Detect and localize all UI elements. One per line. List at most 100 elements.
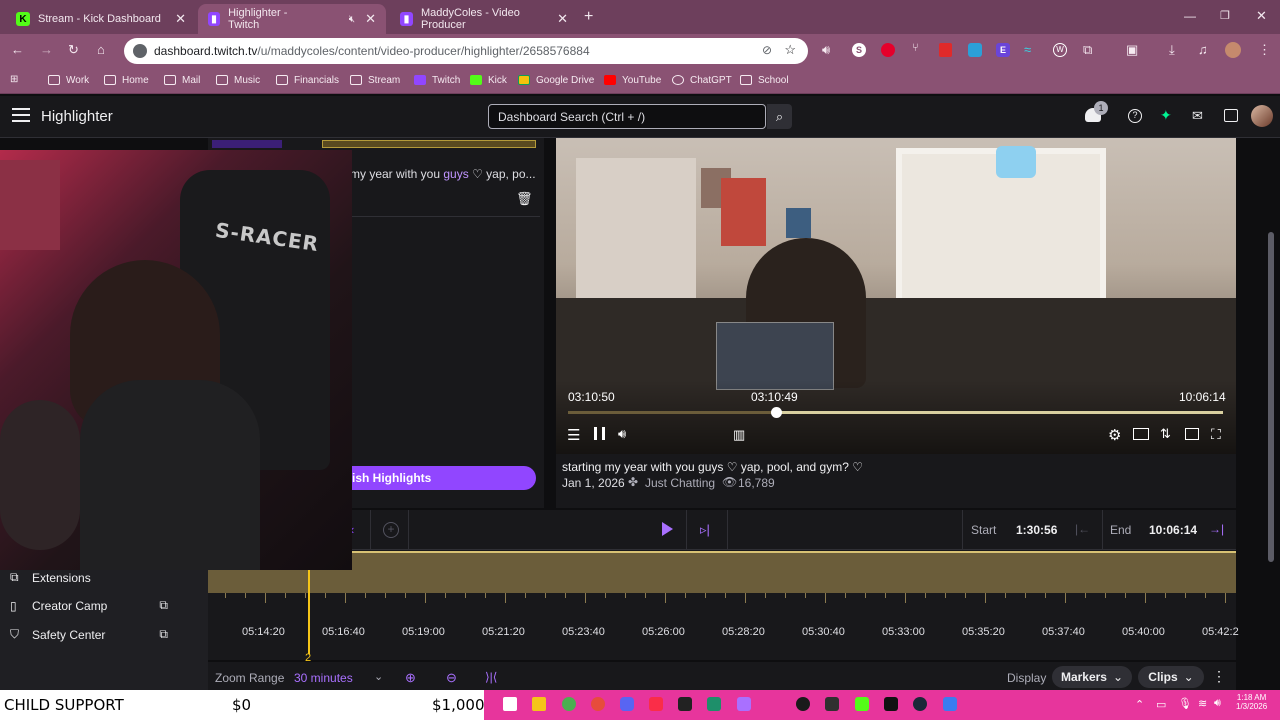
settings-gear-icon[interactable]: ⚙: [1108, 426, 1121, 444]
waveform-icon[interactable]: ▥: [733, 427, 745, 443]
extension-fork-icon[interactable]: ⑂: [912, 42, 919, 54]
chrome-profile-icon[interactable]: [562, 697, 576, 711]
swap-icon[interactable]: ⇅: [1160, 426, 1171, 442]
capcut-icon[interactable]: [678, 697, 692, 711]
theatre-mode-icon[interactable]: [1133, 428, 1149, 440]
twitch-taskbar-icon[interactable]: [737, 697, 751, 711]
tab-highlighter[interactable]: ▮ Highlighter - Twitch 🔇︎ ✕: [198, 4, 386, 34]
back-icon[interactable]: ←: [11, 42, 24, 57]
file-explorer-icon[interactable]: [532, 697, 546, 711]
fullscreen-icon[interactable]: ⛶: [1211, 426, 1221, 443]
pdf-extension-icon[interactable]: [939, 43, 952, 57]
markers-dropdown[interactable]: Markers ⌄: [1052, 666, 1132, 688]
minimize-button[interactable]: —: [1184, 9, 1196, 23]
zoom-in-icon[interactable]: ⊕: [405, 670, 416, 686]
extension-wave-icon[interactable]: ≈: [1024, 42, 1031, 57]
taskbar-app-icon[interactable]: [503, 697, 517, 711]
home-icon[interactable]: ⌂: [97, 42, 105, 57]
help-icon[interactable]: ?: [1128, 109, 1142, 123]
page-scrollbar[interactable]: [1268, 232, 1274, 562]
profile-avatar[interactable]: [1225, 42, 1241, 58]
dashboard-search-input[interactable]: Dashboard Search (Ctrl + /): [488, 104, 766, 129]
mute-icon[interactable]: 🔇︎: [349, 14, 355, 25]
volume-icon[interactable]: 🔊︎: [618, 426, 626, 442]
bookmark-google-drive[interactable]: Google Drive: [518, 72, 594, 88]
zoom-range-select[interactable]: 30 minutes: [294, 671, 353, 685]
search-icon[interactable]: ⌕: [767, 104, 792, 129]
window-close-button[interactable]: ✕: [1256, 8, 1267, 24]
bookmark-music[interactable]: Music: [216, 72, 260, 88]
reload-icon[interactable]: ↻: [68, 42, 79, 58]
new-tab-button[interactable]: +: [584, 8, 593, 26]
bookmark-financials[interactable]: Financials: [276, 72, 339, 88]
add-clip-icon[interactable]: +: [383, 522, 399, 538]
close-icon[interactable]: ✕: [557, 11, 568, 27]
chapters-list-icon[interactable]: ☰: [567, 426, 580, 444]
sidebar-item-extensions[interactable]: ⧉ Extensions: [10, 570, 91, 585]
wifi-icon[interactable]: ≋: [1198, 697, 1207, 710]
extension-blue-icon[interactable]: [968, 43, 982, 57]
bookmark-school[interactable]: School: [740, 72, 789, 88]
epic-games-icon[interactable]: [884, 697, 898, 711]
sidebar-item-creator-camp[interactable]: ▯ Creator Camp ⧉: [10, 598, 168, 613]
apps-grid-icon[interactable]: ⊞: [10, 74, 18, 85]
bookmark-chatgpt[interactable]: ChatGPT: [672, 72, 732, 88]
extension-e-icon[interactable]: E: [996, 43, 1010, 57]
bookmark-mail[interactable]: Mail: [164, 72, 200, 88]
microphone-icon[interactable]: 🎙︎: [1178, 697, 1192, 710]
video-category[interactable]: Just Chatting: [645, 476, 715, 490]
start-time-value[interactable]: 1:30:56: [1016, 523, 1057, 537]
extensions-puzzle-icon[interactable]: ⧉: [1083, 42, 1092, 58]
sound-icon[interactable]: 🔊︎: [822, 42, 830, 58]
playhead[interactable]: [308, 568, 310, 654]
sparkle-icon[interactable]: ✦: [1160, 107, 1172, 124]
download-icon[interactable]: ⤓: [1169, 42, 1175, 58]
mail-icon[interactable]: ✉: [1192, 108, 1203, 124]
close-icon[interactable]: ✕: [365, 11, 376, 27]
close-icon[interactable]: ✕: [175, 11, 186, 27]
chrome-icon[interactable]: [591, 697, 605, 711]
tab-kick-dashboard[interactable]: K Stream - Kick Dashboard ✕: [6, 4, 196, 34]
bookmark-twitch[interactable]: Twitch: [414, 72, 460, 88]
extension-w-icon[interactable]: W: [1053, 43, 1067, 57]
sidebar-item-safety-center[interactable]: ⛉ Safety Center ⧉: [10, 627, 168, 642]
end-time-value[interactable]: 10:06:14: [1149, 523, 1197, 537]
chevron-up-icon[interactable]: ⌃: [1135, 698, 1144, 711]
clock[interactable]: 1:18 AM 1/3/2026: [1236, 693, 1267, 711]
seek-bar[interactable]: [568, 411, 1223, 414]
music-icon[interactable]: [649, 697, 663, 711]
discord-icon[interactable]: [620, 697, 634, 711]
play-icon[interactable]: [662, 522, 673, 536]
bookmark-kick[interactable]: Kick: [470, 72, 507, 88]
speaker-icon[interactable]: 🔊︎: [1214, 697, 1221, 710]
app-blue-icon[interactable]: [943, 697, 957, 711]
fit-timeline-icon[interactable]: ⟩|⟨: [485, 670, 497, 684]
steam-icon[interactable]: [913, 697, 927, 711]
address-bar[interactable]: dashboard.twitch.tv/u/maddycoles/content…: [124, 38, 808, 64]
app-green-icon[interactable]: [707, 697, 721, 711]
set-end-icon[interactable]: →|: [1209, 522, 1224, 536]
bookmark-youtube[interactable]: YouTube: [604, 72, 661, 88]
menu-icon[interactable]: [12, 108, 30, 122]
tab-search-icon[interactable]: ▣: [1126, 42, 1138, 58]
bookmark-work[interactable]: Work: [48, 72, 89, 88]
cast-off-icon[interactable]: ⊘: [762, 43, 772, 57]
chevron-down-icon[interactable]: ⌄: [374, 670, 383, 683]
extension-red-icon[interactable]: [881, 43, 895, 57]
browser-menu-icon[interactable]: ⋮: [1258, 42, 1271, 58]
media-control-icon[interactable]: ♫: [1198, 42, 1208, 57]
clips-dropdown[interactable]: Clips ⌄: [1138, 666, 1204, 688]
tab-video-producer[interactable]: ▮ MaddyColes - Video Producer ✕: [390, 4, 578, 34]
obs-icon[interactable]: [796, 697, 810, 711]
skip-to-end-icon[interactable]: ▹|: [700, 522, 710, 538]
forward-icon[interactable]: →: [40, 42, 53, 57]
more-options-icon[interactable]: ⋮: [1212, 668, 1226, 685]
trash-icon[interactable]: 🗑︎: [516, 191, 533, 207]
pip-icon[interactable]: [1185, 428, 1199, 440]
user-avatar[interactable]: [1251, 105, 1273, 127]
kick-taskbar-icon[interactable]: [855, 697, 869, 711]
site-info-icon[interactable]: [133, 44, 147, 58]
extension-s-icon[interactable]: S: [852, 43, 866, 57]
set-start-icon[interactable]: |←: [1075, 522, 1090, 536]
whisper-icon[interactable]: [1224, 109, 1238, 122]
